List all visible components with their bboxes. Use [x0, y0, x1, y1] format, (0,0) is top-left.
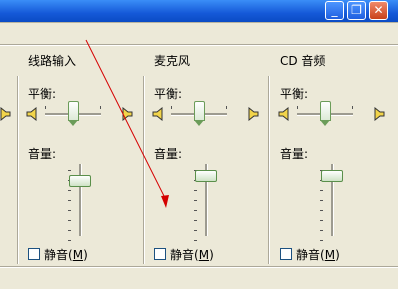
annotation-arrow: [85, 39, 169, 208]
annotation-arrow-head: [161, 195, 169, 208]
annotation-arrow-line: [85, 39, 167, 201]
